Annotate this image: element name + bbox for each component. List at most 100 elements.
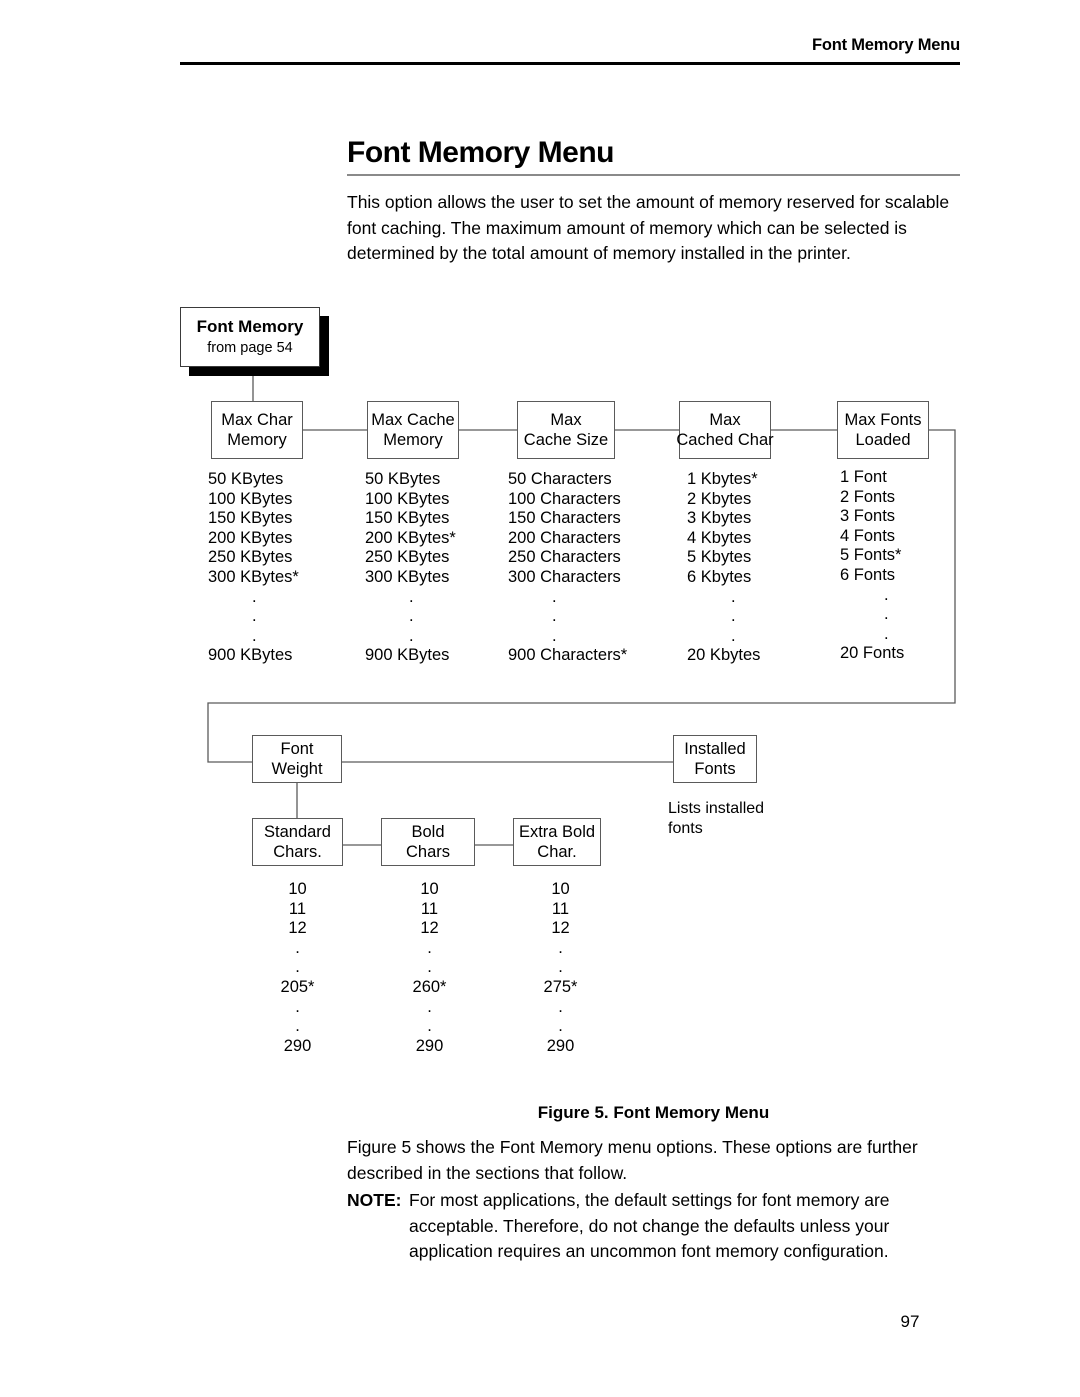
- node-max-char-memory[interactable]: Max Char Memory: [211, 401, 303, 459]
- value-row: 10: [420, 880, 439, 898]
- value-ellipsis-dot: .: [409, 607, 414, 626]
- value-ellipsis-dot: .: [427, 997, 432, 1016]
- value-ellipsis-dot: .: [295, 958, 300, 977]
- value-row: 1 Kbytes*: [687, 470, 758, 488]
- node-label-line2: Chars.: [273, 843, 322, 861]
- value-row: 11: [420, 899, 439, 918]
- node-max-fonts-loaded[interactable]: Max Fonts Loaded: [837, 401, 929, 459]
- value-row: 300 KBytes*: [208, 567, 299, 586]
- node-font-memory-root[interactable]: Font Memory from page 54: [180, 307, 320, 367]
- node-standard-chars[interactable]: Standard Chars.: [252, 818, 343, 866]
- value-row: 10: [551, 880, 570, 898]
- value-ellipsis-dot: .: [409, 587, 414, 606]
- value-row: 150 KBytes: [365, 509, 450, 528]
- node-label-line2: Cached Char: [676, 431, 774, 449]
- value-ellipsis-dot: .: [552, 607, 557, 626]
- value-row: 2 Fonts: [840, 487, 896, 506]
- node-label-line1: Max: [550, 411, 582, 429]
- value-list-max-fonts-loaded: 1 Font 2 Fonts 3 Fonts 4 Fonts 5 Fonts* 6 Fon…: [840, 468, 904, 664]
- value-ellipsis-dot: .: [558, 997, 563, 1016]
- note-block: NOTE: For most applications, the default…: [347, 1188, 947, 1265]
- node-bold-chars[interactable]: Bold Chars: [381, 818, 475, 866]
- value-row: 50 Characters: [508, 470, 612, 488]
- value-ellipsis-dot: .: [427, 938, 432, 957]
- value-row: 6 Fonts: [840, 565, 896, 584]
- value-row: 900 KBytes: [365, 646, 450, 665]
- value-row: 900 Characters*: [508, 646, 628, 665]
- value-row: 205*: [280, 977, 315, 996]
- installed-fonts-note: Lists installed fonts: [668, 800, 765, 837]
- node-installed-fonts[interactable]: Installed Fonts: [673, 735, 757, 783]
- value-ellipsis-dot: .: [427, 1017, 432, 1036]
- node-label-line1: Max Fonts: [844, 411, 922, 429]
- value-row: 11: [551, 899, 570, 918]
- node-label-line2: Memory: [383, 431, 443, 449]
- page-number: 97: [900, 1312, 920, 1331]
- node-max-cache-size[interactable]: Max Cache Size: [517, 401, 615, 459]
- node-label-line2: Fonts: [694, 760, 736, 778]
- note-body: For most applications, the default setti…: [409, 1190, 890, 1261]
- value-list-max-cached-char: 1 Kbytes* 2 Kbytes 3 Kbytes 4 Kbytes 5 Kbyte…: [687, 470, 760, 666]
- value-row: 275*: [543, 977, 578, 996]
- value-row: 11: [288, 899, 307, 918]
- value-ellipsis-dot: .: [295, 997, 300, 1016]
- closing-paragraph: Figure 5 shows the Font Memory menu opti…: [347, 1137, 918, 1183]
- value-row: 290: [546, 1036, 575, 1055]
- value-row: 290: [415, 1036, 444, 1055]
- value-row: 200 KBytes*: [365, 528, 456, 547]
- node-extra-bold-char[interactable]: Extra Bold Char.: [513, 818, 601, 866]
- value-row: 100 KBytes: [208, 489, 293, 508]
- value-ellipsis-dot: .: [552, 587, 557, 606]
- node-label-line2: Weight: [271, 760, 323, 778]
- value-row: 100 KBytes: [365, 489, 450, 508]
- value-row: 100 Characters: [508, 489, 621, 508]
- value-ellipsis-dot: .: [409, 626, 414, 645]
- value-row: 6 Kbytes: [687, 567, 752, 586]
- value-row: 300 Characters: [508, 567, 621, 586]
- node-root-subtitle: from page 54: [207, 340, 293, 356]
- value-row: 250 Characters: [508, 548, 621, 567]
- node-max-cached-char[interactable]: Max Cached Char: [676, 401, 774, 459]
- node-label-line1: Bold: [411, 823, 445, 841]
- value-row: 260*: [412, 977, 447, 996]
- node-label-line1: Installed: [684, 740, 746, 758]
- value-row: 5 Kbytes: [687, 548, 752, 567]
- node-label-line1: Max: [709, 411, 741, 429]
- value-row: 4 Fonts: [840, 526, 896, 545]
- node-label-line1: Max Cache: [371, 411, 455, 429]
- value-row: 900 KBytes: [208, 646, 293, 665]
- value-list-standard-chars: 10 11 12.. 205*.. 290: [252, 880, 343, 1056]
- node-label-line2: Cache Size: [523, 431, 609, 449]
- value-ellipsis-dot: .: [427, 958, 432, 977]
- value-row: 50 KBytes: [365, 470, 441, 488]
- value-row: 3 Fonts: [840, 507, 896, 526]
- value-list-max-cache-memory: 50 KBytes 100 KBytes 150 KBytes 200 KBytes*…: [365, 470, 456, 666]
- node-root-title: Font Memory: [196, 317, 304, 336]
- value-row: 4 Kbytes: [687, 528, 752, 547]
- value-row: 12: [420, 919, 439, 938]
- value-ellipsis-dot: .: [558, 1017, 563, 1036]
- value-ellipsis-dot: .: [884, 605, 889, 624]
- value-row: 20 Kbytes: [687, 646, 761, 665]
- node-label-line2: Loaded: [855, 431, 911, 449]
- node-font-weight[interactable]: Font Weight: [252, 735, 342, 783]
- value-ellipsis-dot: .: [731, 587, 736, 606]
- value-row: 12: [551, 919, 570, 938]
- value-row: 150 Characters: [508, 509, 621, 528]
- node-label-line2: Memory: [227, 431, 287, 449]
- value-list-max-char-memory: 50 KBytes 100 KBytes 150 KBytes 200 KBytes 2…: [208, 470, 299, 666]
- value-row: 2 Kbytes: [687, 489, 752, 508]
- value-ellipsis-dot: .: [731, 626, 736, 645]
- value-row: 20 Fonts: [840, 644, 905, 663]
- value-row: 5 Fonts*: [840, 546, 902, 565]
- value-row: 250 KBytes: [365, 548, 450, 567]
- value-row: 3 Kbytes: [687, 509, 752, 528]
- value-row: 200 Characters: [508, 528, 621, 547]
- value-ellipsis-dot: .: [552, 626, 557, 645]
- node-max-cache-memory[interactable]: Max Cache Memory: [367, 401, 459, 459]
- value-row: 50 KBytes: [208, 470, 284, 488]
- value-ellipsis-dot: .: [252, 587, 257, 606]
- value-row: 300 KBytes: [365, 567, 450, 586]
- value-row: 150 KBytes: [208, 509, 293, 528]
- node-label-line2: Char.: [537, 843, 577, 861]
